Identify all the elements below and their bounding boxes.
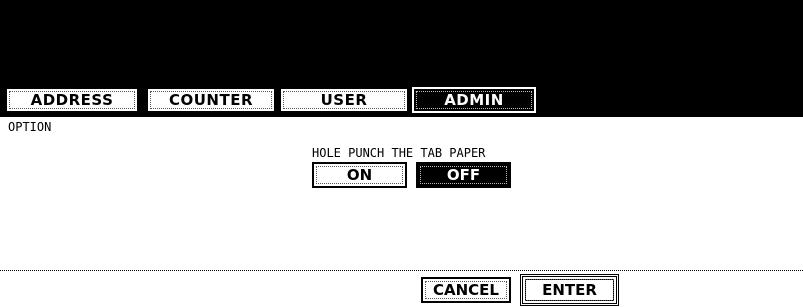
header-bar xyxy=(0,0,803,84)
tab-underline-divider xyxy=(0,115,803,117)
hole-punch-setting-label: HOLE PUNCH THE TAB PAPER xyxy=(312,146,486,160)
tab-admin[interactable]: ADMIN xyxy=(412,87,536,113)
tab-address[interactable]: ADDRESS xyxy=(5,87,139,113)
tab-user[interactable]: USER xyxy=(279,87,409,113)
tab-counter[interactable]: COUNTER xyxy=(146,87,276,113)
cancel-button[interactable]: CANCEL xyxy=(421,277,511,303)
section-title: OPTION xyxy=(8,120,52,134)
admin-option-screen: ADDRESS COUNTER USER ADMIN OPTION HOLE P… xyxy=(0,0,803,307)
off-button[interactable]: OFF xyxy=(416,162,511,188)
footer-divider xyxy=(0,270,803,271)
enter-button[interactable]: ENTER xyxy=(520,274,619,306)
on-button[interactable]: ON xyxy=(312,162,407,188)
